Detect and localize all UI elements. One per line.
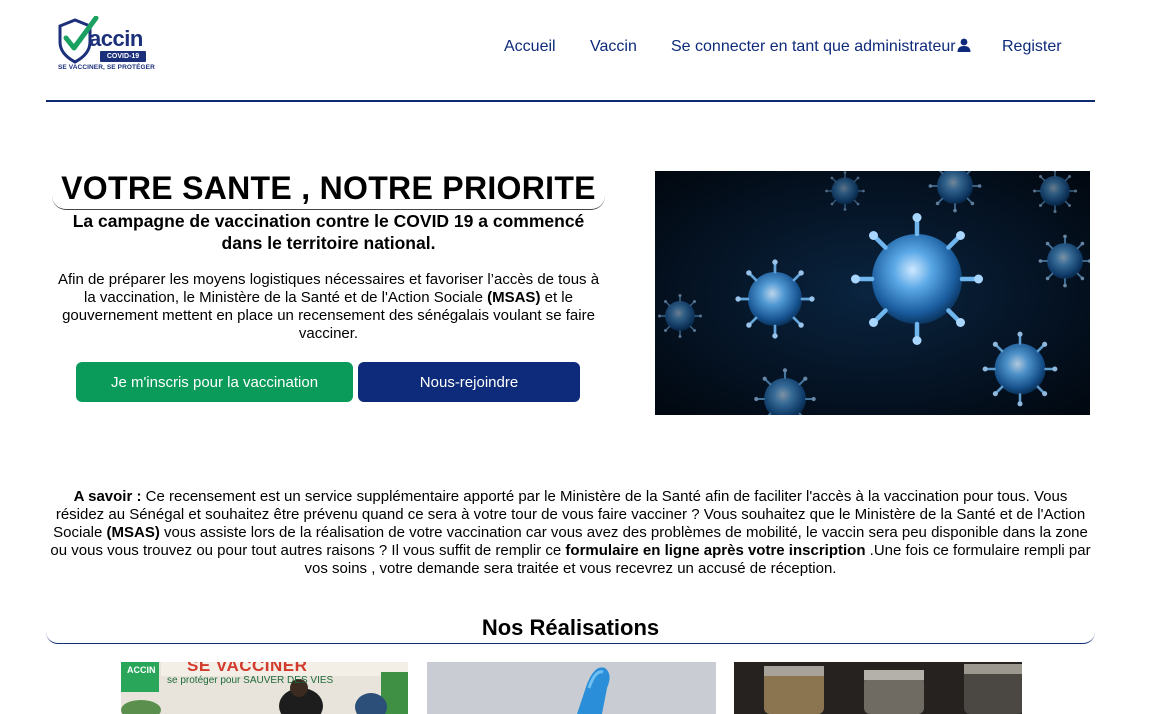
- join-us-button[interactable]: Nous-rejoindre: [358, 362, 580, 402]
- info-msas: (MSAS): [106, 524, 160, 541]
- online-form-link[interactable]: formulaire en ligne après votre inscript…: [565, 542, 865, 559]
- page: accin COVID-19 SE VACCINER, SE PROTÉGER …: [0, 0, 1153, 714]
- nav-admin-login-label: Se connecter en tant que administrateur: [671, 38, 956, 55]
- main-nav: Accueil Vaccin Se connecter en tant que …: [0, 38, 1153, 58]
- info-paragraph: A savoir : Ce recensement est un service…: [50, 488, 1091, 578]
- realisation-card-2[interactable]: [427, 662, 716, 714]
- realisations-title: Nos Réalisations: [46, 615, 1095, 644]
- card1-banner-sub: se protéger pour SAUVER DES VIES: [167, 675, 334, 686]
- realisation-card-3[interactable]: [734, 662, 1022, 714]
- info-label: A savoir :: [73, 488, 142, 505]
- nav-register-link[interactable]: Register: [1002, 38, 1062, 56]
- hero-title: VOTRE SANTE , NOTRE PRIORITE: [52, 170, 605, 210]
- logo-tagline: SE VACCINER, SE PROTÉGER: [58, 64, 155, 71]
- card1-logo-text: ACCIN: [127, 665, 156, 675]
- virus-image: [655, 171, 1090, 415]
- msas-abbrev: (MSAS): [487, 289, 541, 306]
- card1-banner-text: SE VACCINER: [187, 662, 308, 675]
- hero-description: Afin de préparer les moyens logistiques …: [52, 271, 605, 343]
- register-vaccination-button[interactable]: Je m'inscris pour la vaccination: [76, 362, 353, 402]
- header-divider: [46, 100, 1095, 102]
- user-icon: [957, 38, 971, 57]
- nav-home-link[interactable]: Accueil: [504, 38, 556, 56]
- realisation-card-1[interactable]: ACCIN SE VACCINER se protéger pour SAUVE…: [121, 662, 408, 714]
- hero-subtitle: La campagne de vaccination contre le COV…: [72, 211, 585, 253]
- nav-admin-login-link[interactable]: Se connecter en tant que administrateur: [671, 38, 971, 57]
- nav-vaccine-link[interactable]: Vaccin: [590, 38, 637, 56]
